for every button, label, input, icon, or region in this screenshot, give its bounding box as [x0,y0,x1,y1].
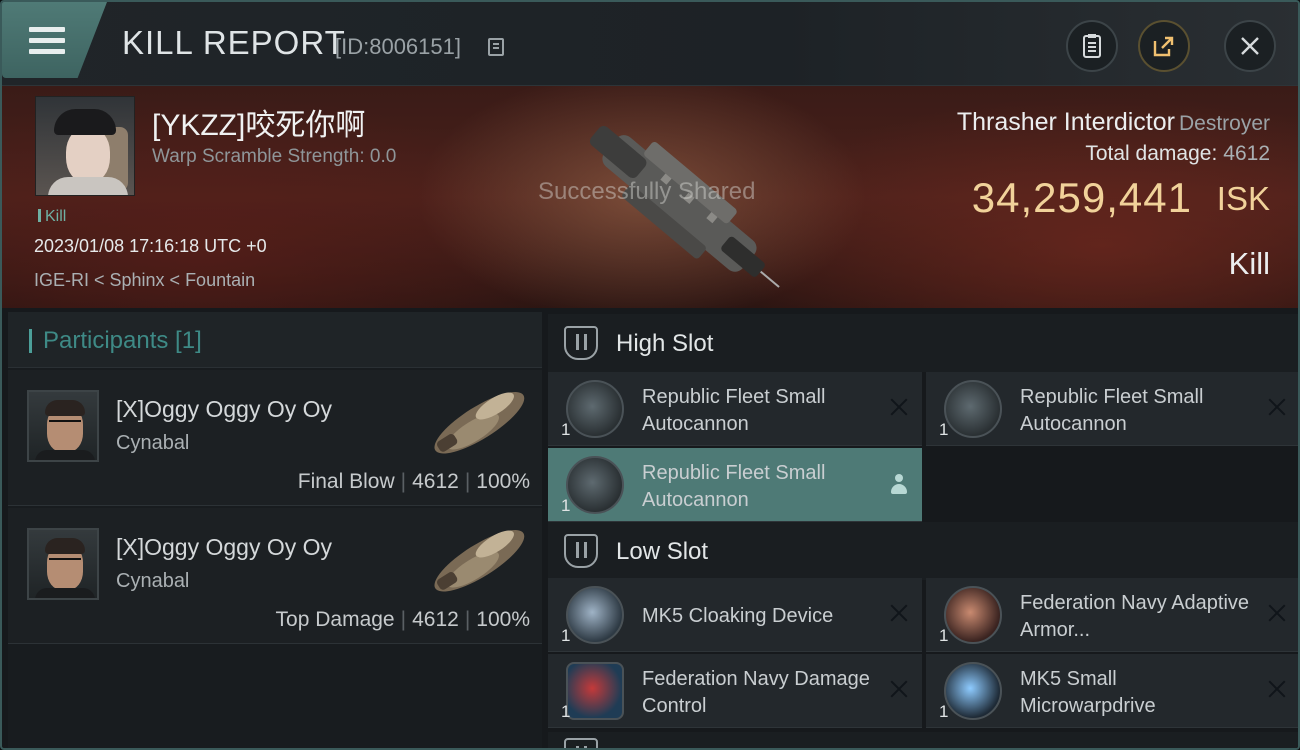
header-bar: KILL REPORT [ID:8006151] [2,2,1298,86]
module-name: MK5 Cloaking Device [642,605,834,627]
module-item[interactable]: 1 MK5 Small Microwarpdrive [926,654,1298,728]
share-toast: Successfully Shared [538,178,756,205]
low-slot-header: Low Slot [548,522,1298,580]
total-damage-label: Total damage: [1085,142,1218,165]
module-item-selected[interactable]: 1 Republic Fleet Small Autocannon [548,448,922,522]
victim-banner: [YKZZ]咬死你啊 Warp Scramble Strength: 0.0 K… [2,86,1298,308]
autocannon-icon [566,456,624,514]
attacker-percent: 100% [476,470,530,493]
module-quantity: 1 [939,626,949,645]
copy-id-icon[interactable] [488,38,504,56]
ship-class: Destroyer [1178,112,1270,135]
destroyed-x-icon [1266,602,1288,624]
report-id: [ID:8006151] [335,34,461,59]
autocannon-icon [944,380,1002,438]
module-item[interactable]: 1 MK5 Cloaking Device [548,578,922,652]
attacker-ship-image [434,530,525,592]
high-slot-label: High Slot [616,330,714,357]
attacker-ship: Cynabal [116,432,190,454]
module-quantity: 1 [561,420,571,439]
module-item[interactable]: 1 Republic Fleet Small Autocannon [926,372,1298,446]
participants-title: Participants [1] [29,327,202,355]
module-quantity: 1 [561,496,571,515]
share-button[interactable] [1138,20,1190,72]
hamburger-menu-icon [29,27,65,55]
attacker-stats: Top Damage | 4612 | 100% [275,608,530,631]
participant-row[interactable]: [X]Oggy Oggy Oy Oy Cynabal Final Blow | 46… [8,370,542,506]
module-name: MK5 Small Microwarpdrive [1020,668,1156,717]
dropped-person-icon [890,474,908,494]
module-name: Republic Fleet Small Autocannon [642,386,826,435]
victim-ship-name[interactable]: Thrasher Interdictor Destroyer [957,108,1270,137]
module-name: Republic Fleet Small Autocannon [1020,386,1204,435]
kill-report-window: KILL REPORT [ID:8006151] [YKZZ]咬死你啊 Warp… [0,0,1300,750]
attacker-stats: Final Blow | 4612 | 100% [297,470,530,493]
module-quantity: 1 [561,702,571,721]
fitting-panel: High Slot 1 Republic Fleet Small Autocan… [548,312,1298,748]
attacker-ship: Cynabal [116,570,190,592]
attacker-role: Top Damage [275,608,395,631]
autocannon-icon [566,380,624,438]
destroyed-x-icon [1266,396,1288,418]
mid-slot-icon [564,738,598,748]
next-slot-header-partial [548,732,1298,748]
clipboard-button[interactable] [1066,20,1118,72]
attacker-ship-image [434,392,525,454]
total-damage: Total damage: 4612 [1085,142,1270,166]
participants-header: Participants [1] [8,312,542,368]
attacker-damage: 4612 [412,608,459,631]
participant-row[interactable]: [X]Oggy Oggy Oy Oy Cynabal Top Damage | 46… [8,508,542,644]
total-damage-value: 4612 [1223,142,1270,165]
victim-name[interactable]: [YKZZ]咬死你啊 [152,100,365,144]
kill-tag: Kill [38,208,66,226]
kill-datetime: 2023/01/08 17:16:18 UTC +0 [34,236,267,256]
destroyed-x-icon [1266,678,1288,700]
low-slot-icon [564,534,598,568]
destroyed-x-icon [888,602,910,624]
low-slot-label: Low Slot [616,538,709,565]
module-quantity: 1 [561,626,571,645]
ship-name-text: Thrasher Interdictor [956,108,1175,136]
clipboard-icon [1083,34,1101,58]
cloaking-device-icon [566,586,624,644]
damage-control-icon [566,662,624,720]
menu-button[interactable] [2,2,107,78]
attacker-portrait[interactable] [27,528,99,600]
attacker-name: [X]Oggy Oggy Oy Oy [116,396,333,422]
close-icon [1241,37,1259,55]
share-icon [1153,36,1174,57]
module-quantity: 1 [939,420,949,439]
close-button[interactable] [1224,20,1276,72]
isk-value: 34,259,441 [971,174,1192,221]
microwarpdrive-icon [944,662,1002,720]
attacker-role: Final Blow [297,470,395,493]
result-label: Kill [1228,246,1270,281]
armor-hardener-icon [944,586,1002,644]
module-item[interactable]: 1 Republic Fleet Small Autocannon [548,372,922,446]
high-slot-header: High Slot [548,314,1298,372]
module-name: Federation Navy Adaptive Armor... [1020,592,1250,641]
attacker-percent: 100% [476,608,530,631]
isk-unit: ISK [1216,180,1270,217]
kill-location: IGE-RI < Sphinx < Fountain [34,270,256,290]
page-title: KILL REPORT [122,24,346,61]
module-item[interactable]: 1 Federation Navy Adaptive Armor... [926,578,1298,652]
warp-scramble-strength: Warp Scramble Strength: 0.0 [152,146,397,167]
module-name: Republic Fleet Small Autocannon [642,462,826,511]
attacker-damage: 4612 [412,470,459,493]
participants-panel: Participants [1] [X]Oggy Oggy Oy Oy Cyna… [8,312,542,748]
module-name: Federation Navy Damage Control [642,668,870,717]
destroyed-x-icon [888,678,910,700]
attacker-portrait[interactable] [27,390,99,462]
victim-portrait[interactable] [35,96,135,196]
module-quantity: 1 [939,702,949,721]
attacker-name: [X]Oggy Oggy Oy Oy [116,534,333,560]
high-slot-icon [564,326,598,360]
destroyed-x-icon [888,396,910,418]
module-item[interactable]: 1 Federation Navy Damage Control [548,654,922,728]
